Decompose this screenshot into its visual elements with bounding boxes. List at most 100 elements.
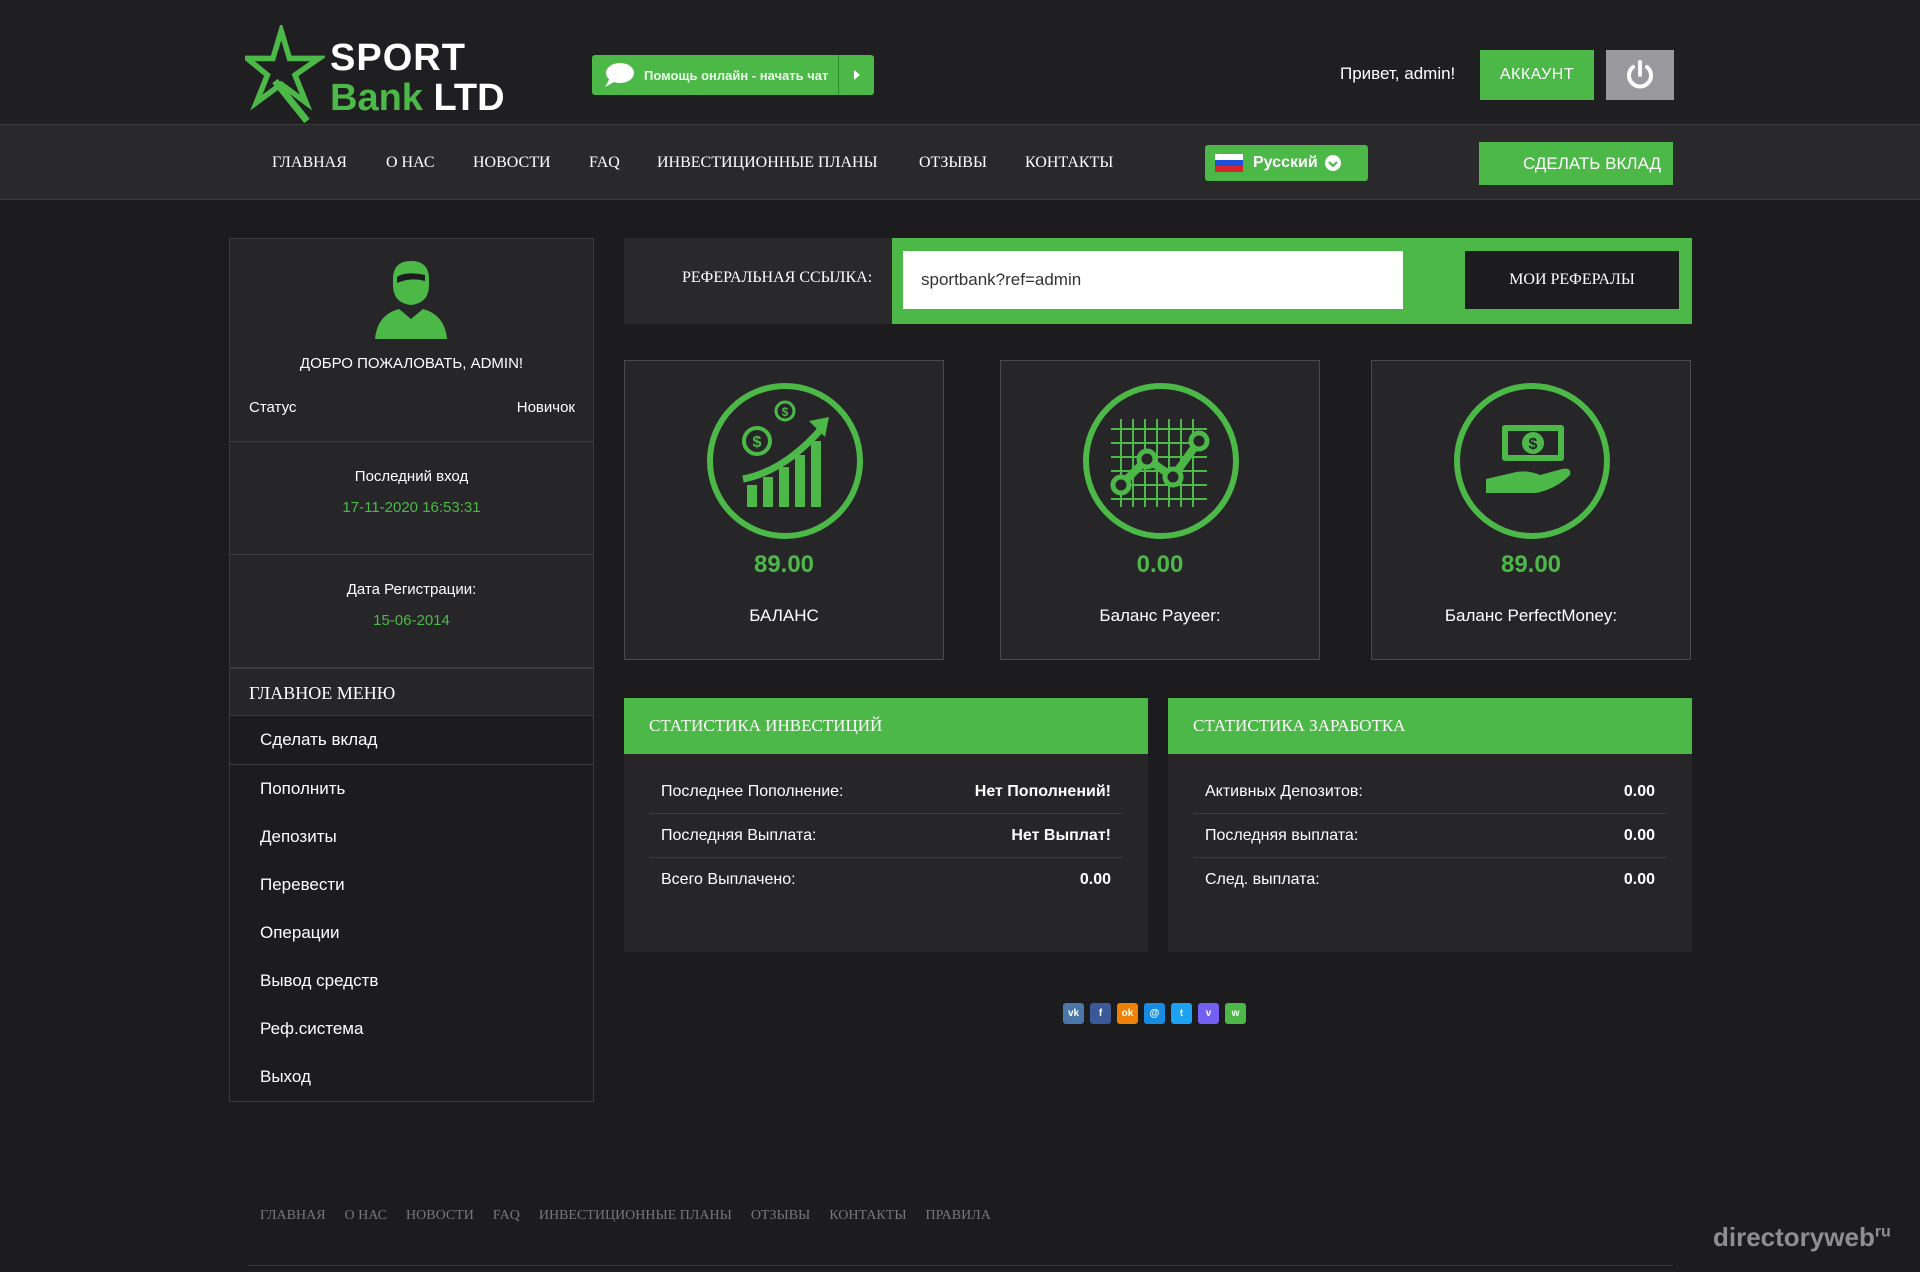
power-icon bbox=[1627, 60, 1653, 89]
menu-item-transfer[interactable]: Перевести bbox=[229, 861, 594, 910]
vk-icon[interactable]: vk bbox=[1063, 1003, 1084, 1024]
last-login-box: Последний вход 17-11-2020 16:53:31 bbox=[229, 441, 594, 555]
stats-row-label: Активных Депозитов: bbox=[1205, 782, 1363, 800]
stats-row: Всего Выплачено: 0.00 bbox=[649, 858, 1123, 902]
stats-row: След. выплата: 0.00 bbox=[1193, 858, 1667, 902]
nav-item-home[interactable]: ГЛАВНАЯ bbox=[272, 154, 347, 172]
stats-row-label: Последнее Пополнение: bbox=[661, 782, 844, 800]
registration-date-label: Дата Регистрации: bbox=[346, 581, 477, 598]
logo-text-bank: Bank LTD bbox=[330, 77, 505, 119]
footer-link-faq[interactable]: FAQ bbox=[493, 1208, 520, 1224]
facebook-icon[interactable]: f bbox=[1090, 1003, 1111, 1024]
line-graph-icon bbox=[1083, 383, 1239, 539]
nav-item-faq[interactable]: FAQ bbox=[589, 154, 620, 172]
russia-flag-icon bbox=[1215, 154, 1243, 172]
welcome-text: ДОБРО ПОЖАЛОВАТЬ, ADMIN! bbox=[299, 355, 524, 372]
footer-link-reviews[interactable]: ОТЗЫВЫ bbox=[751, 1208, 810, 1224]
footer-divider bbox=[248, 1265, 1673, 1266]
make-deposit-button[interactable]: СДЕЛАТЬ ВКЛАД bbox=[1479, 142, 1673, 185]
menu-item-withdraw[interactable]: Вывод средств bbox=[229, 957, 594, 1006]
mail-ru-icon[interactable]: @ bbox=[1144, 1003, 1165, 1024]
menu-item-logout[interactable]: Выход bbox=[229, 1053, 594, 1102]
balance-name: БАЛАНС bbox=[749, 606, 819, 625]
svg-text:$: $ bbox=[1529, 436, 1538, 453]
chat-button-label: Помощь онлайн - начать чат bbox=[644, 67, 829, 83]
menu-item-make-deposit[interactable]: Сделать вклад bbox=[229, 716, 594, 765]
menu-item-referral-system[interactable]: Реф.система bbox=[229, 1005, 594, 1054]
main-menu-title: ГЛАВНОЕ МЕНЮ bbox=[229, 668, 594, 716]
money-hand-icon: $ bbox=[1454, 383, 1610, 539]
main-nav: ГЛАВНАЯ О НАС НОВОСТИ FAQ ИНВЕСТИЦИОННЫЕ… bbox=[0, 124, 1920, 200]
language-selector[interactable]: Русский bbox=[1205, 145, 1368, 181]
last-login-label: Последний вход bbox=[354, 468, 469, 485]
stats-row: Последнее Пополнение: Нет Пополнений! bbox=[649, 770, 1123, 814]
footer-link-investment-plans[interactable]: ИНВЕСТИЦИОННЫЕ ПЛАНЫ bbox=[539, 1208, 732, 1224]
nav-item-about[interactable]: О НАС bbox=[386, 154, 435, 172]
social-share-bar: vk f ok @ t v w bbox=[1063, 1003, 1246, 1024]
nav-item-contacts[interactable]: КОНТАКТЫ bbox=[1025, 154, 1113, 172]
last-login-value: 17-11-2020 16:53:31 bbox=[342, 499, 481, 516]
online-chat-button[interactable]: Помощь онлайн - начать чат bbox=[592, 55, 874, 95]
chevron-right-icon bbox=[838, 55, 874, 95]
svg-text:$: $ bbox=[753, 434, 762, 451]
stats-row-value: Нет Пополнений! bbox=[974, 782, 1111, 800]
investment-stats-panel: СТАТИСТИКА ИНВЕСТИЦИЙ Последнее Пополнен… bbox=[624, 698, 1148, 952]
menu-item-deposits[interactable]: Депозиты bbox=[229, 813, 594, 862]
referral-link-input[interactable] bbox=[903, 251, 1403, 309]
user-avatar-icon bbox=[375, 261, 447, 339]
stats-row-value: 0.00 bbox=[1623, 782, 1655, 800]
stats-row: Последняя Выплата: Нет Выплат! bbox=[649, 814, 1123, 858]
earnings-stats-title: СТАТИСТИКА ЗАРАБОТКА bbox=[1168, 698, 1692, 754]
nav-item-investment-plans[interactable]: ИНВЕСТИЦИОННЫЕ ПЛАНЫ bbox=[657, 154, 878, 172]
stats-row-value: 0.00 bbox=[1623, 871, 1655, 888]
my-referrals-button[interactable]: МОИ РЕФЕРАЛЫ bbox=[1465, 251, 1679, 309]
status-label: Статус bbox=[249, 399, 297, 416]
language-label: Русский bbox=[1253, 154, 1318, 171]
balance-payeer-card: 0.00 Баланс Payeer: bbox=[1000, 360, 1320, 660]
stats-row-label: Последняя Выплата: bbox=[661, 826, 817, 844]
registration-date-value: 15-06-2014 bbox=[373, 612, 450, 629]
logo[interactable]: SPORT Bank LTD bbox=[245, 25, 505, 125]
star-logo-icon bbox=[245, 25, 325, 124]
svg-text:$: $ bbox=[782, 405, 789, 419]
earnings-stats-panel: СТАТИСТИКА ЗАРАБОТКА Активных Депозитов:… bbox=[1168, 698, 1692, 952]
investment-stats-title: СТАТИСТИКА ИНВЕСТИЦИЙ bbox=[624, 698, 1148, 754]
menu-item-operations[interactable]: Операции bbox=[229, 909, 594, 958]
stats-row-label: Всего Выплачено: bbox=[661, 871, 796, 888]
payeer-balance-amount: 0.00 bbox=[1136, 551, 1184, 578]
logo-text-sport: SPORT bbox=[330, 37, 466, 79]
nav-item-news[interactable]: НОВОСТИ bbox=[473, 154, 551, 172]
footer-link-news[interactable]: НОВОСТИ bbox=[406, 1208, 474, 1224]
stats-row-value: 0.00 bbox=[1079, 871, 1111, 888]
odnoklassniki-icon[interactable]: ok bbox=[1117, 1003, 1138, 1024]
viber-icon[interactable]: v bbox=[1198, 1003, 1219, 1024]
balance-card: $ $ 89.00 БАЛАНС bbox=[624, 360, 944, 660]
stats-row-value: 0.00 bbox=[1623, 826, 1655, 844]
stats-row-value: Нет Выплат! bbox=[1011, 826, 1111, 844]
chat-bubble-icon bbox=[605, 63, 634, 87]
balance-amount: 89.00 bbox=[753, 551, 815, 578]
chevron-down-icon bbox=[1324, 155, 1341, 171]
nav-item-reviews[interactable]: ОТЗЫВЫ bbox=[919, 154, 987, 172]
perfectmoney-balance-amount: 89.00 bbox=[1500, 551, 1562, 578]
twitter-icon[interactable]: t bbox=[1171, 1003, 1192, 1024]
balance-perfectmoney-card: $ 89.00 Баланс PerfectMoney: bbox=[1371, 360, 1691, 660]
profile-panel: ДОБРО ПОЖАЛОВАТЬ, ADMIN! Статус Новичок bbox=[229, 238, 594, 442]
payeer-balance-name: Баланс Payeer: bbox=[1099, 606, 1221, 625]
stats-row: Активных Депозитов: 0.00 bbox=[1193, 770, 1667, 814]
status-value: Новичок bbox=[516, 399, 575, 416]
footer-nav: ГЛАВНАЯ О НАС НОВОСТИ FAQ ИНВЕСТИЦИОННЫЕ… bbox=[260, 1208, 991, 1224]
perfectmoney-balance-name: Баланс PerfectMoney: bbox=[1444, 606, 1618, 625]
top-bar: SPORT Bank LTD Помощь онлайн - начать ча… bbox=[0, 0, 1920, 124]
footer-link-contacts[interactable]: КОНТАКТЫ bbox=[829, 1208, 906, 1224]
account-button[interactable]: АККАУНТ bbox=[1480, 50, 1594, 100]
stats-row-label: След. выплата: bbox=[1205, 871, 1320, 888]
footer-link-rules[interactable]: ПРАВИЛА bbox=[926, 1208, 991, 1224]
watermark: directorywebru bbox=[1713, 1222, 1891, 1252]
whatsapp-icon[interactable]: w bbox=[1225, 1003, 1246, 1024]
footer-link-about[interactable]: О НАС bbox=[345, 1208, 387, 1224]
menu-item-top-up[interactable]: Пополнить bbox=[229, 765, 594, 814]
logout-button[interactable] bbox=[1606, 50, 1674, 100]
user-greeting: Привет, admin! bbox=[1340, 64, 1456, 83]
footer-link-home[interactable]: ГЛАВНАЯ bbox=[260, 1208, 326, 1224]
